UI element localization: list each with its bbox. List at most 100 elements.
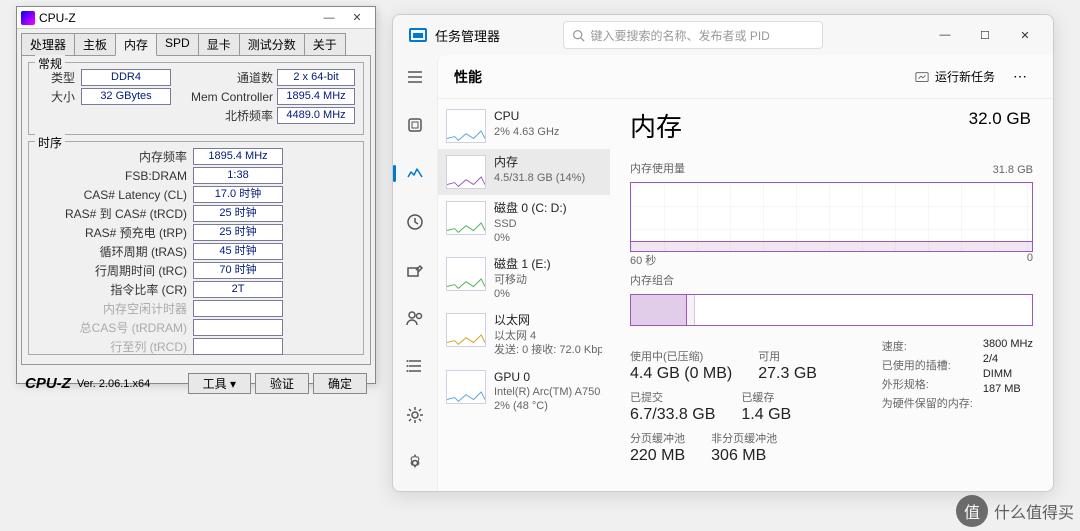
minimize-button[interactable]: — [315,12,343,24]
label-size: 大小 [37,88,75,105]
avail-label: 可用 [758,348,817,364]
nonpaged-label: 非分页缓冲池 [711,430,777,446]
search-input[interactable]: 键入要搜索的名称、发布者或 PID [563,21,823,49]
paged-val: 220 MB [630,447,685,465]
nav-history[interactable] [397,206,433,238]
fieldset-general: 常规 类型DDR4 大小32 GBytes 通道数2 x 64-bit Mem … [28,62,364,135]
tm-nav [393,55,437,491]
cpuz-footer: CPU-Z Ver. 2.06.1.x64 工具 ▾ 验证 确定 [17,369,375,398]
usage-max: 31.8 GB [993,164,1033,176]
perf-sub-3: 可移动0% [494,273,551,302]
perf-thumb-0 [446,109,486,143]
paged-label: 分页缓冲池 [630,430,685,446]
cpuz-tab-5[interactable]: 测试分数 [239,33,305,55]
timing-val-9 [193,319,283,336]
nonpaged-val: 306 MB [711,447,777,465]
perf-name-2: 磁盘 0 (C: D:) [494,201,567,217]
cpuz-tabs: 处理器主板内存SPD显卡测试分数关于 [17,29,375,55]
cpuz-icon [21,11,35,25]
spec-hw: 187 MB [983,383,1033,395]
perf-name-4: 以太网 [494,313,602,329]
cpuz-logo: CPU-Z [25,375,71,392]
perf-thumb-1 [446,155,486,189]
perf-name-5: GPU 0 [494,370,602,386]
taskmgr-window: 任务管理器 键入要搜索的名称、发布者或 PID — ☐ ✕ 性能 [392,14,1054,492]
watermark-text: 什么值得买 [994,499,1074,523]
minimize-button[interactable]: — [925,19,965,51]
more-button[interactable]: ⋯ [1003,68,1037,85]
perf-sub-5: Intel(R) Arc(TM) A750…2% (48 °C) [494,385,602,414]
cpuz-window: CPU-Z — ✕ 处理器主板内存SPD显卡测试分数关于 常规 类型DDR4 大… [16,6,376,384]
perf-sub-4: 以太网 4发送: 0 接收: 72.0 Kbps [494,329,602,358]
spec-slots: 2/4 [983,353,1033,365]
perf-sidebar: CPU2% 4.63 GHz内存4.5/31.8 GB (14%)磁盘 0 (C… [438,99,610,491]
timing-val-1: 1:38 [193,167,283,184]
close-button[interactable]: ✕ [343,11,371,24]
timing-label-9: 总CAS号 (tRDRAM) [37,319,187,336]
cpuz-tab-4[interactable]: 显卡 [198,33,240,55]
perf-item-4[interactable]: 以太网以太网 4发送: 0 接收: 72.0 Kbps [438,307,610,363]
perf-item-3[interactable]: 磁盘 1 (E:)可移动0% [438,251,610,307]
tools-button[interactable]: 工具 ▾ [188,373,251,394]
cpuz-tab-1[interactable]: 主板 [74,33,116,55]
cached-label: 已缓存 [741,389,791,405]
perf-name-0: CPU [494,109,559,125]
nav-processes[interactable] [397,109,433,141]
close-button[interactable]: ✕ [1005,19,1045,51]
perf-item-2[interactable]: 磁盘 0 (C: D:)SSD0% [438,195,610,251]
maximize-button[interactable]: ☐ [965,19,1005,51]
spec-form: DIMM [983,368,1033,380]
nav-services[interactable] [397,399,433,431]
tm-title: 任务管理器 [435,26,500,45]
usage-label: 内存使用量 [630,160,685,176]
nav-hamburger[interactable] [397,61,433,93]
nav-performance[interactable] [397,157,433,189]
total-memory: 32.0 GB [969,109,1031,129]
val-size: 32 GBytes [81,88,171,105]
cpuz-version: Ver. 2.06.1.x64 [77,378,150,390]
perf-thumb-3 [446,257,486,291]
perf-sub-2: SSD0% [494,217,567,246]
timing-val-3: 25 时钟 [193,205,283,222]
timing-val-5: 45 时钟 [193,243,283,260]
memory-chart [630,182,1033,252]
watermark: 值 什么值得买 [956,491,1074,531]
timing-label-3: RAS# 到 CAS# (tRCD) [37,205,187,222]
nav-startup[interactable] [397,254,433,286]
perf-thumb-5 [446,370,486,404]
val-memctrl: 1895.4 MHz [277,88,355,105]
perf-item-0[interactable]: CPU2% 4.63 GHz [438,103,610,149]
val-north: 4489.0 MHz [277,107,355,124]
timing-val-4: 25 时钟 [193,224,283,241]
perf-detail: 内存 32.0 GB 内存使用量 31.8 GB 60 秒 0 内存组合 [610,99,1053,491]
timing-val-0: 1895.4 MHz [193,148,283,165]
tm-titlebar[interactable]: 任务管理器 键入要搜索的名称、发布者或 PID — ☐ ✕ [393,15,1053,55]
timing-label-6: 行周期时间 (tRC) [37,262,187,279]
nav-users[interactable] [397,302,433,334]
xaxis-right: 0 [1027,252,1033,268]
cpuz-body: 常规 类型DDR4 大小32 GBytes 通道数2 x 64-bit Mem … [21,55,371,365]
spec-speed: 3800 MHz [983,338,1033,350]
perf-name-1: 内存 [494,155,585,171]
taskmgr-icon [409,28,427,42]
run-task-button[interactable]: 运行新任务 [907,64,1003,89]
ok-button[interactable]: 确定 [313,373,367,394]
inuse-label: 使用中(已压缩) [630,348,732,364]
validate-button[interactable]: 验证 [255,373,309,394]
legend-timing: 时序 [35,134,65,151]
perf-item-5[interactable]: GPU 0Intel(R) Arc(TM) A750…2% (48 °C) [438,364,610,420]
search-placeholder: 键入要搜索的名称、发布者或 PID [591,27,770,44]
timing-label-10: 行至列 (tRCD) [37,338,187,355]
cpuz-tab-6[interactable]: 关于 [304,33,346,55]
page-title: 性能 [454,67,482,87]
nav-settings[interactable] [397,447,433,479]
perf-item-1[interactable]: 内存4.5/31.8 GB (14%) [438,149,610,195]
val-type: DDR4 [81,69,171,86]
cached-val: 1.4 GB [741,406,791,424]
search-icon [572,29,585,42]
nav-details[interactable] [397,350,433,382]
cpuz-tab-2[interactable]: 内存 [115,33,157,56]
cpuz-titlebar[interactable]: CPU-Z — ✕ [17,7,375,29]
cpuz-tab-3[interactable]: SPD [156,33,199,55]
cpuz-tab-0[interactable]: 处理器 [21,33,75,55]
